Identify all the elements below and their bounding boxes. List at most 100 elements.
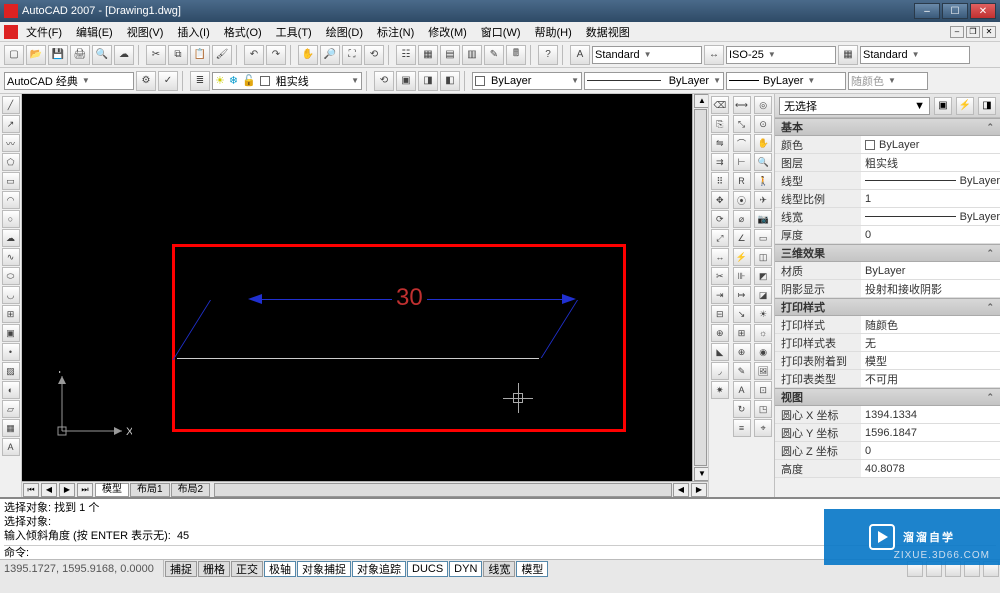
polygon-icon[interactable]: ⬠ bbox=[2, 153, 20, 171]
layer-tool1-icon[interactable]: ▣ bbox=[396, 71, 416, 91]
toggle-lwt[interactable]: 线宽 bbox=[483, 561, 515, 577]
extend-icon[interactable]: ⇥ bbox=[711, 286, 729, 304]
menu-window[interactable]: 窗口(W) bbox=[475, 22, 527, 42]
copy-icon[interactable]: ⧉ bbox=[168, 45, 188, 65]
pickadd-icon[interactable]: ▣ bbox=[934, 97, 952, 115]
menu-tools[interactable]: 工具(T) bbox=[270, 22, 318, 42]
workspace-settings-icon[interactable]: ⚙ bbox=[136, 71, 156, 91]
tab-prev[interactable]: ◀ bbox=[41, 483, 57, 497]
pline-icon[interactable]: 〰 bbox=[2, 134, 20, 152]
join-icon[interactable]: ⊕ bbox=[711, 324, 729, 342]
arc-icon[interactable]: ◠ bbox=[2, 191, 20, 209]
markup-icon[interactable]: ✎ bbox=[484, 45, 504, 65]
3dorbit-icon[interactable]: ⊙ bbox=[754, 115, 772, 133]
dim-quick-icon[interactable]: ⚡ bbox=[733, 248, 751, 266]
viewcube-icon[interactable]: ◳ bbox=[754, 400, 772, 418]
toggle-ortho[interactable]: 正交 bbox=[231, 561, 263, 577]
xline-icon[interactable]: ↗ bbox=[2, 115, 20, 133]
toggle-grid[interactable]: 栅格 bbox=[198, 561, 230, 577]
dim-diameter-icon[interactable]: ⌀ bbox=[733, 210, 751, 228]
dim-continue-icon[interactable]: ↦ bbox=[733, 286, 751, 304]
zoom-window-icon[interactable]: ⛶ bbox=[342, 45, 362, 65]
horizontal-scrollbar[interactable] bbox=[214, 483, 672, 497]
dim-jog-icon[interactable]: ⦿ bbox=[733, 191, 751, 209]
orbit-icon[interactable]: ◎ bbox=[754, 96, 772, 114]
section-plot[interactable]: 打印样式⌃ bbox=[775, 298, 1000, 316]
layer-tool2-icon[interactable]: ◨ bbox=[418, 71, 438, 91]
tab-layout2[interactable]: 布局2 bbox=[171, 483, 211, 497]
sheetset-icon[interactable]: ▥ bbox=[462, 45, 482, 65]
zoom-icon[interactable]: 🔎 bbox=[320, 45, 340, 65]
copy-obj-icon[interactable]: ⎘ bbox=[711, 115, 729, 133]
workspace-combo[interactable]: AutoCAD 经典▼ bbox=[4, 72, 134, 90]
toggle-polar[interactable]: 极轴 bbox=[264, 561, 296, 577]
scale-icon[interactable]: ⤢ bbox=[711, 229, 729, 247]
dim-update-icon[interactable]: ↻ bbox=[733, 400, 751, 418]
color-combo[interactable]: ByLayer▼ bbox=[472, 72, 582, 90]
redo-icon[interactable]: ↷ bbox=[266, 45, 286, 65]
tab-model[interactable]: 模型 bbox=[95, 483, 129, 497]
toggle-snap[interactable]: 捕捉 bbox=[165, 561, 197, 577]
hatch-icon[interactable]: ▨ bbox=[2, 362, 20, 380]
prop-plottype[interactable]: 打印表类型不可用 bbox=[775, 370, 1000, 388]
table-icon[interactable]: ▦ bbox=[2, 419, 20, 437]
ellipsearc-icon[interactable]: ◡ bbox=[2, 286, 20, 304]
gradient-icon[interactable]: ◐ bbox=[2, 381, 20, 399]
textstyle-combo[interactable]: Standard▼ bbox=[592, 46, 702, 64]
preview-icon[interactable]: 🔍 bbox=[92, 45, 112, 65]
menu-format[interactable]: 格式(O) bbox=[218, 22, 268, 42]
help-icon[interactable]: ? bbox=[538, 45, 558, 65]
prop-plotattach[interactable]: 打印表附着到模型 bbox=[775, 352, 1000, 370]
3dpan-icon[interactable]: ✋ bbox=[754, 134, 772, 152]
toggle-dyn[interactable]: DYN bbox=[449, 561, 482, 577]
matchprop-icon[interactable]: 🖌 bbox=[212, 45, 232, 65]
publish-icon[interactable]: ☁ bbox=[114, 45, 134, 65]
vs-concept-icon[interactable]: ◪ bbox=[754, 286, 772, 304]
ucs-tool-icon[interactable]: ⌖ bbox=[754, 419, 772, 437]
quickselect-icon[interactable]: ⚡ bbox=[956, 97, 974, 115]
mirror-icon[interactable]: ⇋ bbox=[711, 134, 729, 152]
tab-layout1[interactable]: 布局1 bbox=[130, 483, 170, 497]
toggle-model[interactable]: 模型 bbox=[516, 561, 548, 577]
spline-icon[interactable]: ∿ bbox=[2, 248, 20, 266]
tab-first[interactable]: ⏮ bbox=[23, 483, 39, 497]
section-basic[interactable]: 基本⌃ bbox=[775, 118, 1000, 136]
circle-icon[interactable]: ○ bbox=[2, 210, 20, 228]
offset-icon[interactable]: ⇉ bbox=[711, 153, 729, 171]
designcenter-icon[interactable]: ▦ bbox=[418, 45, 438, 65]
prop-shadow[interactable]: 阴影显示投射和接收阴影 bbox=[775, 280, 1000, 298]
tab-last[interactable]: ⏭ bbox=[77, 483, 93, 497]
dim-radius-icon[interactable]: R bbox=[733, 172, 751, 190]
prop-center-z[interactable]: 圆心 Z 坐标0 bbox=[775, 442, 1000, 460]
dim-linear-icon[interactable]: ⟷ bbox=[733, 96, 751, 114]
render-icon[interactable]: 🖼 bbox=[754, 362, 772, 380]
save-icon[interactable]: 💾 bbox=[48, 45, 68, 65]
3dzoom-icon[interactable]: 🔍 bbox=[754, 153, 772, 171]
layer-combo[interactable]: ☀❄🔓 粗实线▼ bbox=[212, 72, 362, 90]
prop-plotstyle[interactable]: 打印样式随颜色 bbox=[775, 316, 1000, 334]
plotstyle-combo[interactable]: 随颜色▼ bbox=[848, 72, 928, 90]
dim-tedit-icon[interactable]: A bbox=[733, 381, 751, 399]
select-icon[interactable]: ◨ bbox=[978, 97, 996, 115]
vs-hidden-icon[interactable]: ◫ bbox=[754, 248, 772, 266]
menu-modify[interactable]: 修改(M) bbox=[422, 22, 473, 42]
revcloud-icon[interactable]: ☁ bbox=[2, 229, 20, 247]
mdi-close[interactable]: ✕ bbox=[982, 26, 996, 38]
stretch-icon[interactable]: ↔ bbox=[711, 248, 729, 266]
prop-ltscale[interactable]: 线型比例1 bbox=[775, 190, 1000, 208]
dim-aligned-icon[interactable]: ⤡ bbox=[733, 115, 751, 133]
mtext-icon[interactable]: A bbox=[2, 438, 20, 456]
sun-icon[interactable]: ☼ bbox=[754, 324, 772, 342]
prop-linetype[interactable]: 线型ByLayer bbox=[775, 172, 1000, 190]
tab-next[interactable]: ▶ bbox=[59, 483, 75, 497]
fillet-icon[interactable]: ◞ bbox=[711, 362, 729, 380]
prop-plottable[interactable]: 打印样式表无 bbox=[775, 334, 1000, 352]
hscroll-left[interactable]: ◀ bbox=[673, 483, 689, 497]
prop-height[interactable]: 高度40.8078 bbox=[775, 460, 1000, 478]
textstyle-icon[interactable]: A bbox=[570, 45, 590, 65]
move-icon[interactable]: ✥ bbox=[711, 191, 729, 209]
menu-dataview[interactable]: 数据视图 bbox=[580, 22, 636, 42]
toggle-ducs[interactable]: DUCS bbox=[407, 561, 448, 577]
workspace-save-icon[interactable]: ✓ bbox=[158, 71, 178, 91]
block-icon[interactable]: ▣ bbox=[2, 324, 20, 342]
